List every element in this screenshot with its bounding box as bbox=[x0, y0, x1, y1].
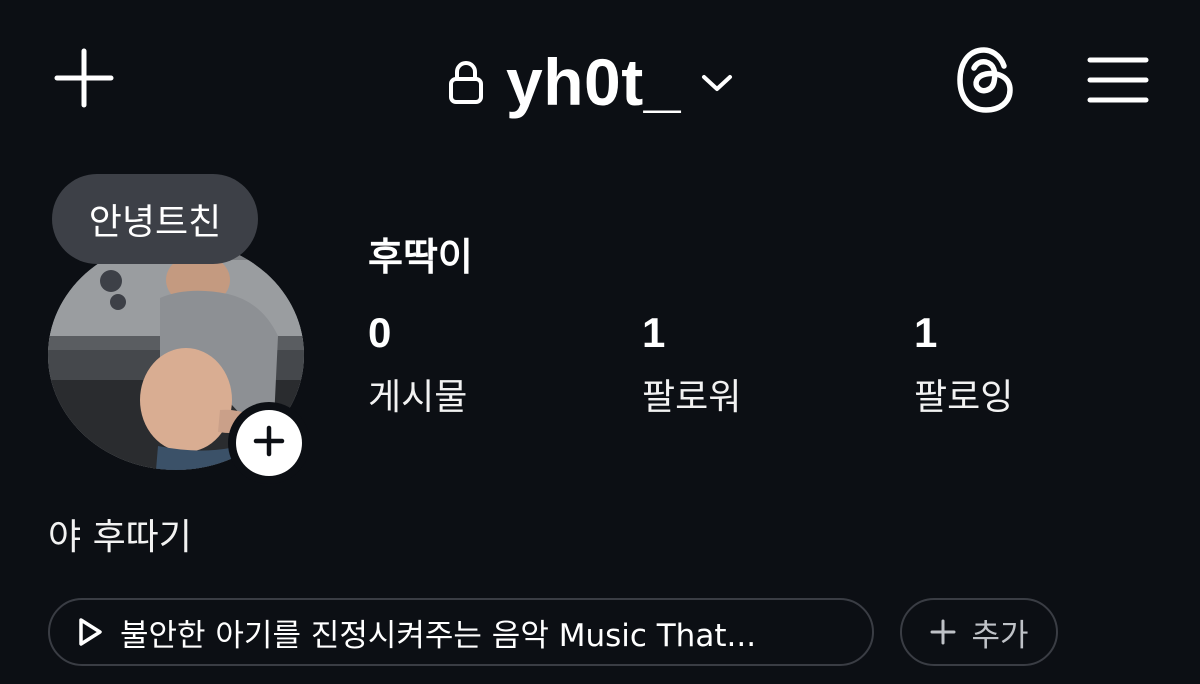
music-title: 불안한 아기를 진정시켜주는 음악 Music That... bbox=[120, 617, 757, 654]
music-pill[interactable]: 불안한 아기를 진정시켜주는 음악 Music That... bbox=[48, 598, 874, 666]
plus-icon bbox=[929, 617, 959, 647]
profile-screen: yh0t_ 안녕트친 후딱이 0 게시물 1 팔로워 1 팔로잉 야 후따기 불… bbox=[0, 0, 1200, 684]
chevron-down-icon bbox=[701, 65, 737, 101]
stat-followers-label: 팔로워 bbox=[642, 377, 742, 418]
play-icon bbox=[76, 616, 106, 648]
stat-posts-count: 0 bbox=[368, 309, 392, 356]
bio-text: 야 후따기 bbox=[48, 517, 192, 558]
lock-icon bbox=[448, 56, 488, 108]
note-bubble[interactable]: 안녕트친 bbox=[52, 174, 258, 264]
stat-followers[interactable]: 1 팔로워 bbox=[642, 312, 741, 420]
stat-following-label: 팔로잉 bbox=[914, 377, 1014, 418]
hamburger-menu-icon bbox=[1087, 55, 1149, 109]
stat-following-count: 1 bbox=[914, 309, 938, 356]
stat-posts-label: 게시물 bbox=[368, 377, 468, 418]
top-bar: yh0t_ bbox=[0, 0, 1200, 160]
stat-followers-count: 1 bbox=[642, 309, 666, 356]
plus-icon bbox=[53, 47, 115, 113]
note-text: 안녕트친 bbox=[88, 202, 222, 243]
display-name: 후딱이 bbox=[368, 235, 473, 279]
account-switcher[interactable]: yh0t_ bbox=[448, 40, 737, 124]
create-button[interactable] bbox=[48, 44, 120, 116]
note-bubble-tail bbox=[100, 270, 122, 292]
note-bubble-tail-small bbox=[110, 294, 126, 310]
threads-icon bbox=[954, 46, 1018, 118]
add-story-button[interactable] bbox=[228, 402, 310, 484]
threads-button[interactable] bbox=[948, 44, 1024, 120]
add-label: 추가 bbox=[971, 617, 1029, 654]
add-button[interactable]: 추가 bbox=[900, 598, 1058, 666]
add-story-circle bbox=[236, 410, 302, 476]
plus-icon bbox=[252, 424, 286, 462]
stat-following[interactable]: 1 팔로잉 bbox=[914, 312, 1013, 420]
menu-button[interactable] bbox=[1080, 44, 1156, 120]
stat-posts[interactable]: 0 게시물 bbox=[368, 312, 467, 420]
username: yh0t_ bbox=[506, 45, 681, 119]
